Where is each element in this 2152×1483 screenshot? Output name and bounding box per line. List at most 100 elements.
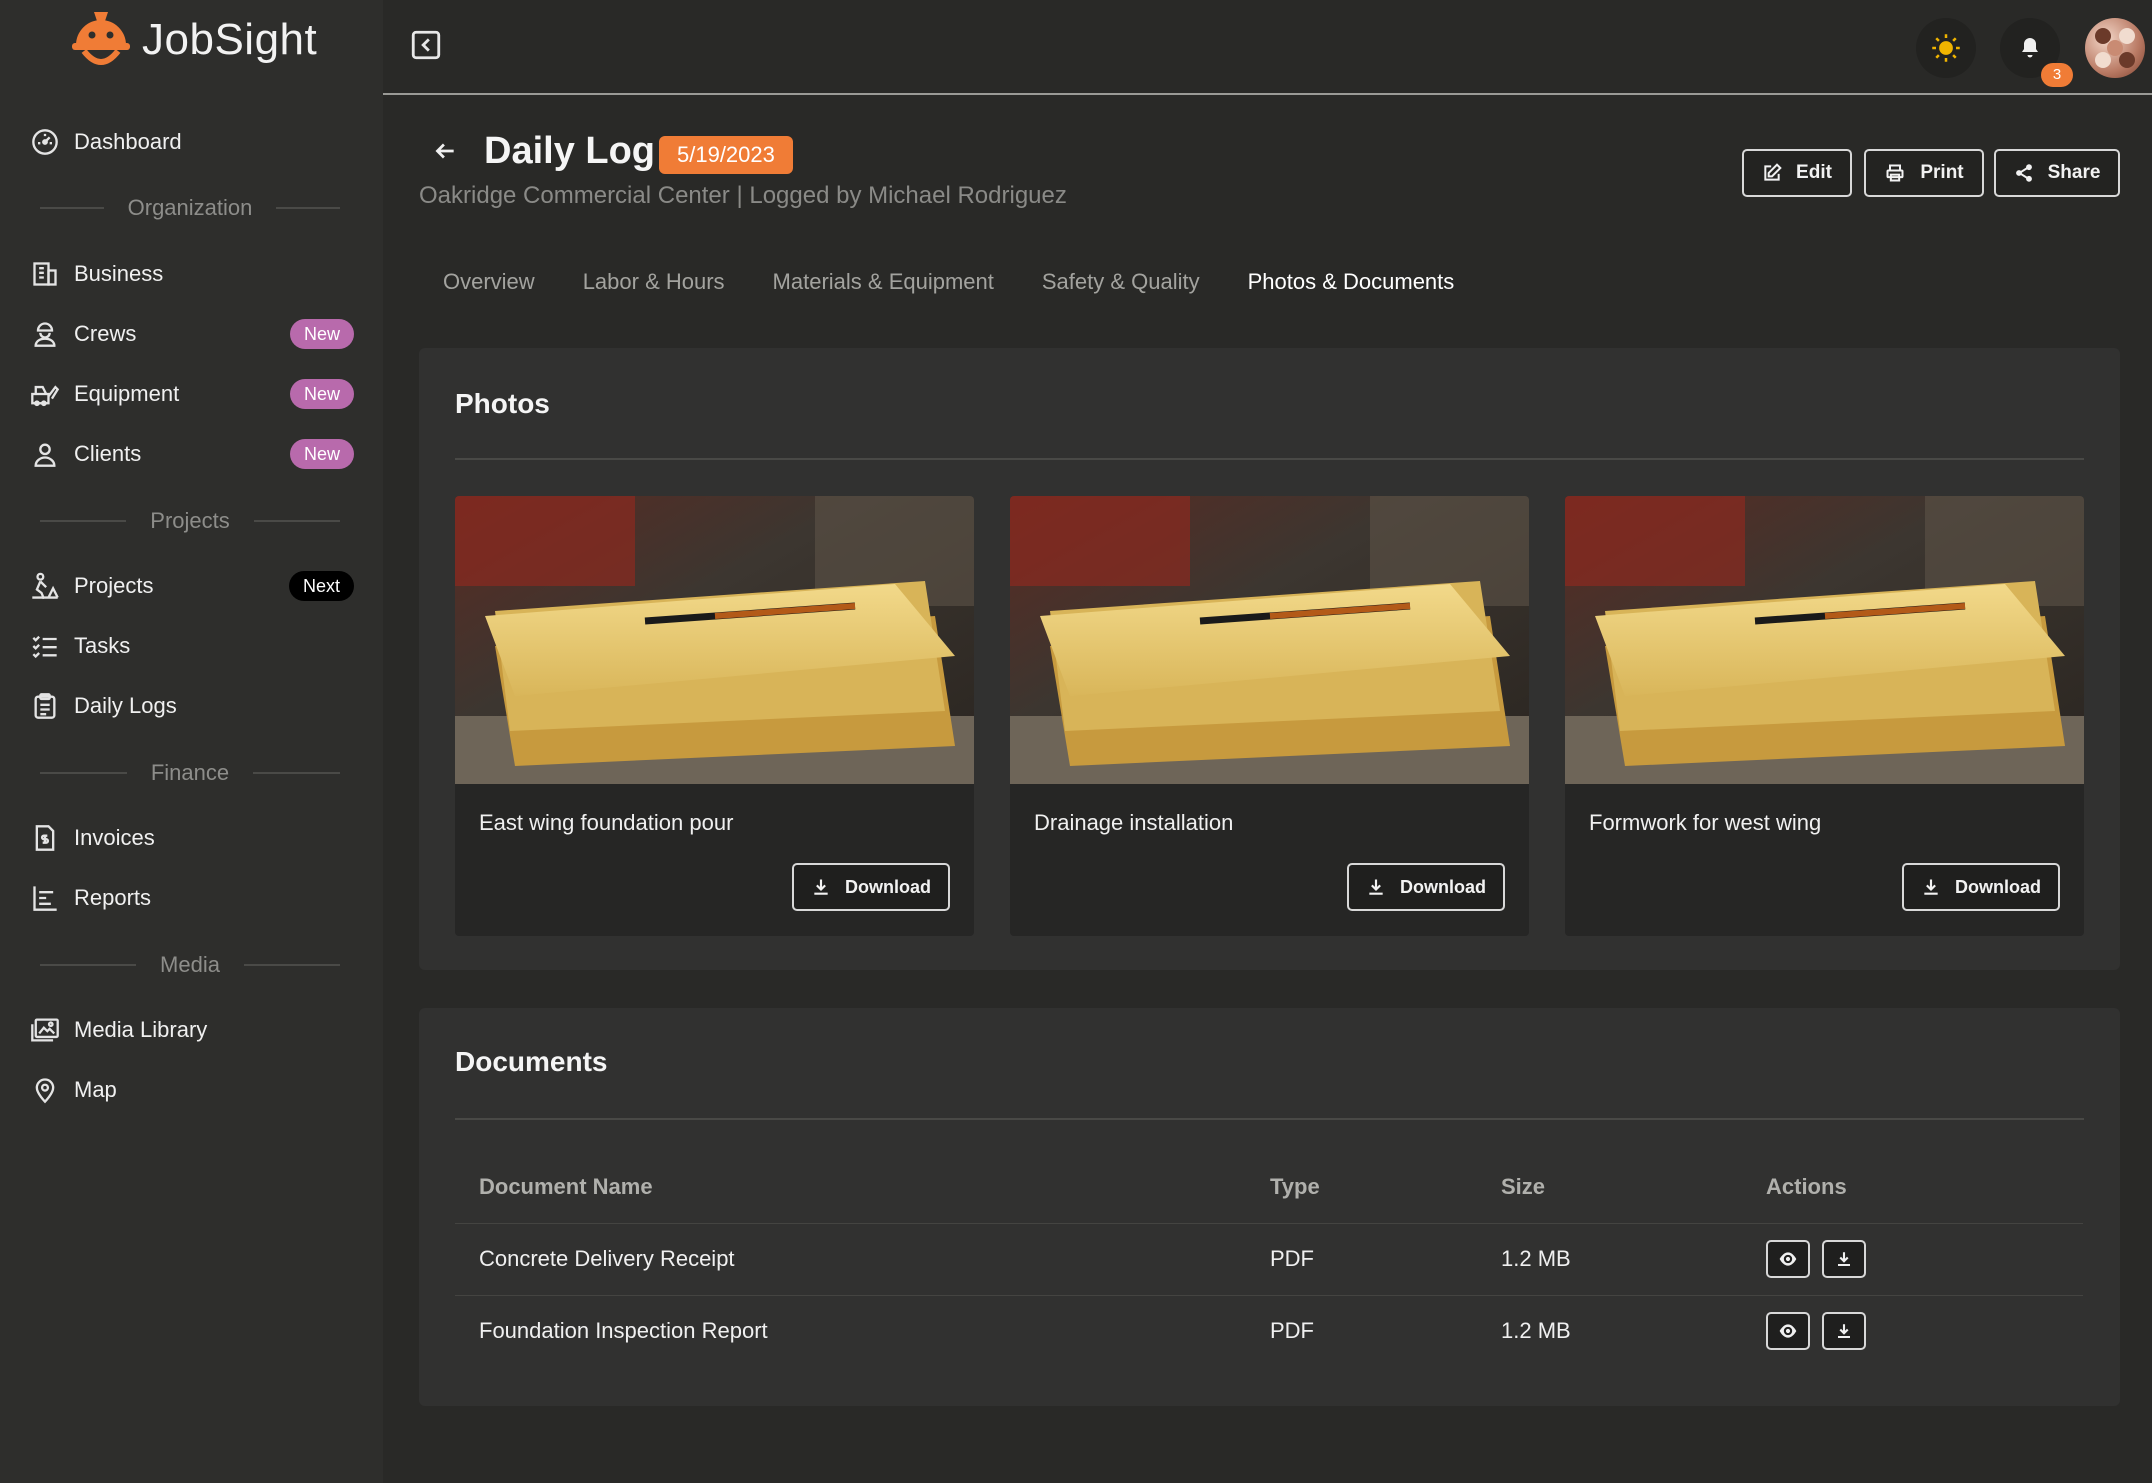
sidebar-item-label: Invoices [74, 825, 155, 850]
column-header-size: Size [1501, 1174, 1546, 1199]
sidebar-item-projects[interactable]: Projects Next [28, 562, 354, 610]
document-type: PDF [1270, 1318, 1314, 1343]
sidebar-item-media-library[interactable]: Media Library [28, 1006, 354, 1054]
download-icon [814, 879, 828, 895]
document-size: 1.2 MB [1501, 1246, 1571, 1271]
photo-card: Formwork for west wing Download [1565, 496, 2084, 936]
map-pin-icon [28, 1073, 62, 1107]
tab-photos-documents[interactable]: Photos & Documents [1224, 262, 1479, 302]
download-button[interactable]: Download [792, 863, 950, 911]
share-icon [2015, 164, 2032, 182]
next-badge: Next [288, 571, 354, 601]
sidebar-item-daily-logs[interactable]: Daily Logs [28, 682, 354, 730]
sidebar-item-label: Media Library [74, 1017, 208, 1042]
photos-title: Photos [455, 388, 550, 419]
divider [455, 458, 2084, 460]
sidebar-item-label: Clients [74, 441, 142, 466]
sidebar: JobSight Dashboard Organization Business… [0, 0, 383, 1483]
new-badge: New [289, 319, 354, 349]
image-gallery-icon [28, 1013, 62, 1047]
new-badge: New [289, 379, 354, 409]
download-icon [1838, 1324, 1850, 1339]
bar-chart-icon [28, 881, 62, 915]
sun-icon [1932, 34, 1960, 62]
sidebar-item-equipment[interactable]: Equipment New [28, 370, 354, 418]
top-bar [383, 0, 2152, 95]
sidebar-item-label: Crews [74, 321, 137, 346]
sidebar-section-projects: Projects [40, 506, 341, 536]
download-button[interactable]: Download [1347, 863, 1505, 911]
photo-caption: Drainage installation [1034, 810, 1234, 835]
sidebar-section-media: Media [40, 950, 341, 980]
edit-button[interactable]: Edit [1742, 149, 1852, 197]
sidebar-item-tasks[interactable]: Tasks [28, 622, 354, 670]
document-type: PDF [1270, 1246, 1314, 1271]
printer-icon [1886, 164, 1904, 182]
equipment-icon [28, 377, 62, 411]
page-subtitle: Oakridge Commercial Center | Logged by M… [419, 182, 1067, 209]
clipboard-icon [28, 689, 62, 723]
back-arrow-icon[interactable] [432, 138, 460, 166]
view-document-button[interactable] [1766, 1240, 1810, 1278]
checklist-icon [28, 629, 62, 663]
dashboard-gauge-icon [28, 125, 62, 159]
hard-hat-logo-icon [72, 12, 130, 65]
photo-card: Drainage installation Download [1010, 496, 1529, 936]
photo-caption: East wing foundation pour [479, 810, 734, 835]
photo-thumbnail[interactable] [455, 496, 974, 784]
download-icon [1924, 879, 1938, 895]
app-logo[interactable]: JobSight [68, 8, 317, 72]
sidebar-item-map[interactable]: Map [28, 1066, 354, 1114]
photo-card: East wing foundation pour Download [455, 496, 974, 936]
documents-title: Documents [455, 1046, 608, 1077]
sidebar-item-label: Business [74, 261, 164, 286]
view-document-button[interactable] [1766, 1312, 1810, 1350]
building-icon [28, 257, 62, 291]
sidebar-section-organization: Organization [40, 193, 340, 223]
sidebar-item-clients[interactable]: Clients New [28, 430, 354, 478]
collapse-sidebar-icon[interactable] [409, 28, 445, 64]
page-title: Daily Log [484, 130, 656, 172]
sidebar-item-reports[interactable]: Reports [28, 874, 354, 922]
sidebar-item-crews[interactable]: Crews New [28, 310, 354, 358]
eye-icon [1779, 1324, 1797, 1338]
document-name: Foundation Inspection Report [479, 1318, 768, 1343]
sidebar-item-dashboard[interactable]: Dashboard [28, 118, 354, 166]
divider [455, 1118, 2084, 1120]
download-document-button[interactable] [1822, 1240, 1866, 1278]
photo-thumbnail[interactable] [1565, 496, 2084, 784]
edit-icon [1764, 163, 1782, 181]
tab-overview[interactable]: Overview [419, 262, 559, 302]
print-button[interactable]: Print [1864, 149, 1984, 197]
app-name: JobSight [142, 15, 318, 64]
sidebar-item-label: Reports [74, 885, 152, 910]
invoice-icon [28, 821, 62, 855]
user-icon [28, 437, 62, 471]
document-size: 1.2 MB [1501, 1318, 1571, 1343]
sidebar-item-label: Dashboard [74, 129, 182, 154]
tab-safety-quality[interactable]: Safety & Quality [1018, 262, 1224, 302]
tab-materials-equipment[interactable]: Materials & Equipment [749, 262, 1018, 302]
sidebar-item-invoices[interactable]: Invoices [28, 814, 354, 862]
theme-toggle-button[interactable] [1916, 18, 1976, 78]
construction-worker-icon [28, 569, 62, 603]
document-name: Concrete Delivery Receipt [479, 1246, 735, 1271]
download-button[interactable]: Download [1902, 863, 2060, 911]
sidebar-item-label: Projects [74, 573, 154, 598]
date-badge: 5/19/2023 [659, 136, 793, 174]
hard-hat-worker-icon [28, 317, 62, 351]
tab-labor-hours[interactable]: Labor & Hours [559, 262, 749, 302]
table-row: Foundation Inspection Report PDF 1.2 MB [455, 1296, 2083, 1368]
column-header-name: Document Name [479, 1174, 653, 1199]
table-row: Concrete Delivery Receipt PDF 1.2 MB [455, 1224, 2083, 1296]
sidebar-item-label: Daily Logs [74, 693, 177, 718]
download-document-button[interactable] [1822, 1312, 1866, 1350]
bell-icon [2022, 38, 2038, 58]
download-icon [1369, 879, 1383, 895]
avatar[interactable] [2085, 18, 2145, 78]
sidebar-item-business[interactable]: Business [28, 250, 354, 298]
photo-thumbnail[interactable] [1010, 496, 1529, 784]
column-header-actions: Actions [1766, 1174, 1847, 1199]
share-button[interactable]: Share [1994, 149, 2120, 197]
eye-icon [1779, 1252, 1797, 1266]
